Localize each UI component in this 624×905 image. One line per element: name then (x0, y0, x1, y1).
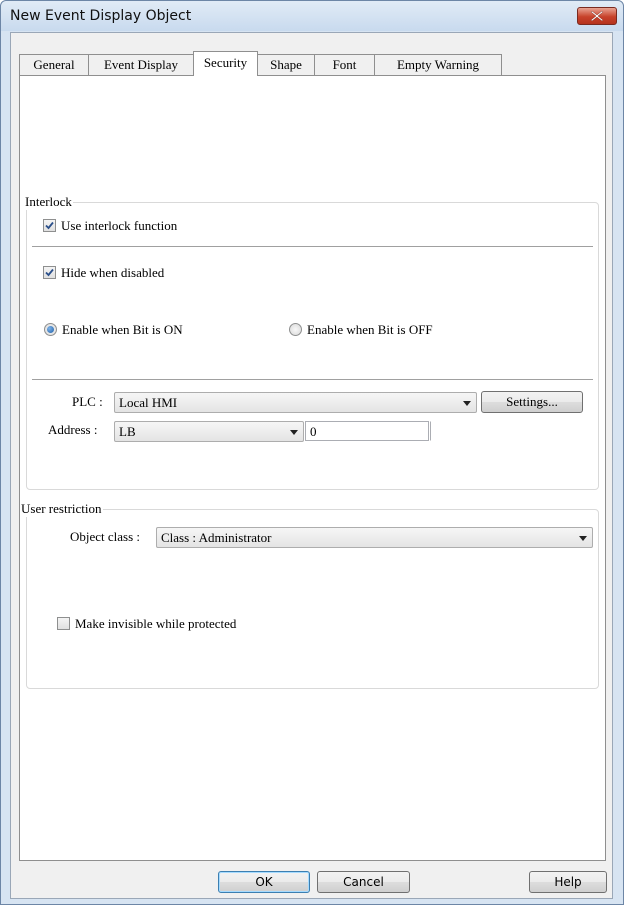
plc-label: PLC : (72, 394, 103, 409)
help-button[interactable]: Help (529, 871, 607, 893)
tab-empty-warning[interactable]: Empty Warning (374, 54, 502, 75)
address-value-field[interactable]: 0 (305, 421, 429, 441)
address-extra-field[interactable] (430, 421, 477, 441)
plc-select[interactable]: Local HMI (114, 392, 477, 413)
divider (32, 246, 593, 247)
address-device-select[interactable]: LB (114, 421, 304, 442)
checkmark-icon (45, 268, 54, 277)
dialog-client-area: General Event Display Security Shape Fon… (10, 32, 613, 899)
enable-on-radio[interactable] (44, 323, 57, 336)
enable-off-label: Enable when Bit is OFF (307, 322, 433, 337)
title-bar[interactable]: New Event Display Object (1, 1, 623, 31)
tab-event-display[interactable]: Event Display (88, 54, 194, 75)
make-invisible-checkbox[interactable] (57, 617, 70, 630)
object-class-label: Object class : (70, 529, 141, 544)
ok-button[interactable]: OK (218, 871, 310, 893)
cancel-button[interactable]: Cancel (317, 871, 410, 893)
address-device-value: LB (119, 424, 136, 439)
tab-shape[interactable]: Shape (257, 54, 315, 75)
tab-font[interactable]: Font (314, 54, 375, 75)
address-value: 0 (310, 424, 317, 439)
use-interlock-checkbox[interactable] (43, 219, 56, 232)
radio-selected-dot (47, 326, 54, 333)
make-invisible-label: Make invisible while protected (75, 616, 237, 631)
security-tab-panel: Interlock Use interlock function Hide wh… (19, 75, 606, 861)
close-icon (591, 11, 603, 21)
use-interlock-label: Use interlock function (61, 218, 178, 233)
object-class-select[interactable]: Class : Administrator (156, 527, 593, 548)
dialog-window: New Event Display Object General Event D… (0, 0, 624, 905)
tab-security[interactable]: Security (193, 51, 258, 76)
hide-when-disabled-checkbox[interactable] (43, 266, 56, 279)
enable-on-label: Enable when Bit is ON (62, 322, 183, 337)
chevron-down-icon (290, 430, 298, 435)
interlock-group-label: Interlock (24, 194, 73, 210)
tab-strip: General Event Display Security Shape Fon… (19, 51, 609, 76)
divider (32, 379, 593, 380)
settings-button[interactable]: Settings... (481, 391, 583, 413)
chevron-down-icon (463, 401, 471, 406)
user-restriction-group-label: User restriction (20, 501, 103, 517)
checkmark-icon (45, 221, 54, 230)
close-button[interactable] (577, 7, 617, 25)
plc-value: Local HMI (119, 395, 178, 410)
chevron-down-icon (579, 536, 587, 541)
address-label: Address : (48, 422, 98, 437)
object-class-value: Class : Administrator (161, 530, 272, 545)
enable-off-radio[interactable] (289, 323, 302, 336)
tab-general[interactable]: General (19, 54, 89, 75)
window-title: New Event Display Object (10, 8, 192, 24)
hide-when-disabled-label: Hide when disabled (61, 265, 165, 280)
